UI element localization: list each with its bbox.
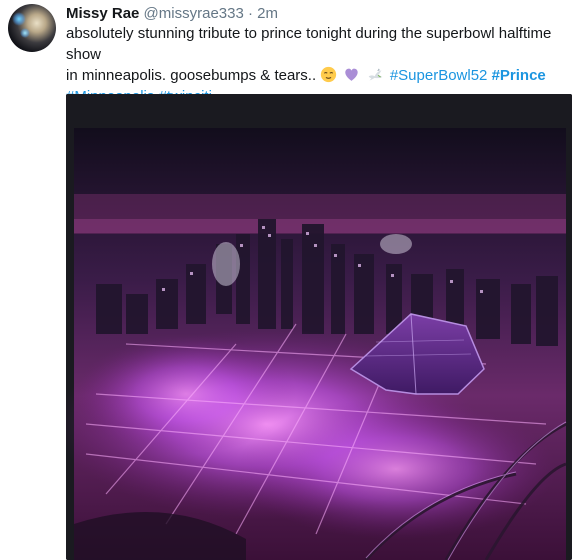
display-name[interactable]: Missy Rae (66, 5, 139, 22)
purple-heart-emoji-icon (345, 68, 359, 81)
avatar[interactable] (8, 4, 56, 52)
tweet: Missy Rae @missyrae333 · 2m absolutely s… (0, 0, 578, 560)
separator: · (247, 5, 253, 22)
dove-emoji-icon (368, 68, 382, 81)
timestamp[interactable]: 2m (257, 5, 278, 22)
tweet-text-line1: absolutely stunning tribute to prince to… (66, 25, 552, 63)
hashtag-superbowl52[interactable]: #SuperBowl52 (390, 67, 488, 84)
tweet-text-line2: in minneapolis. goosebumps & tears.. #Su… (66, 65, 566, 86)
photo-city-purple-lights (66, 94, 572, 560)
relieved-face-emoji-icon (321, 66, 337, 83)
tweet-text-line2-prefix: in minneapolis. goosebumps & tears.. (66, 67, 317, 84)
tweet-header: Missy Rae @missyrae333 · 2m (66, 4, 278, 24)
user-handle[interactable]: @missyrae333 (144, 5, 244, 22)
hashtag-prince[interactable]: #Prince (492, 67, 546, 84)
tweet-photo[interactable] (66, 94, 572, 560)
